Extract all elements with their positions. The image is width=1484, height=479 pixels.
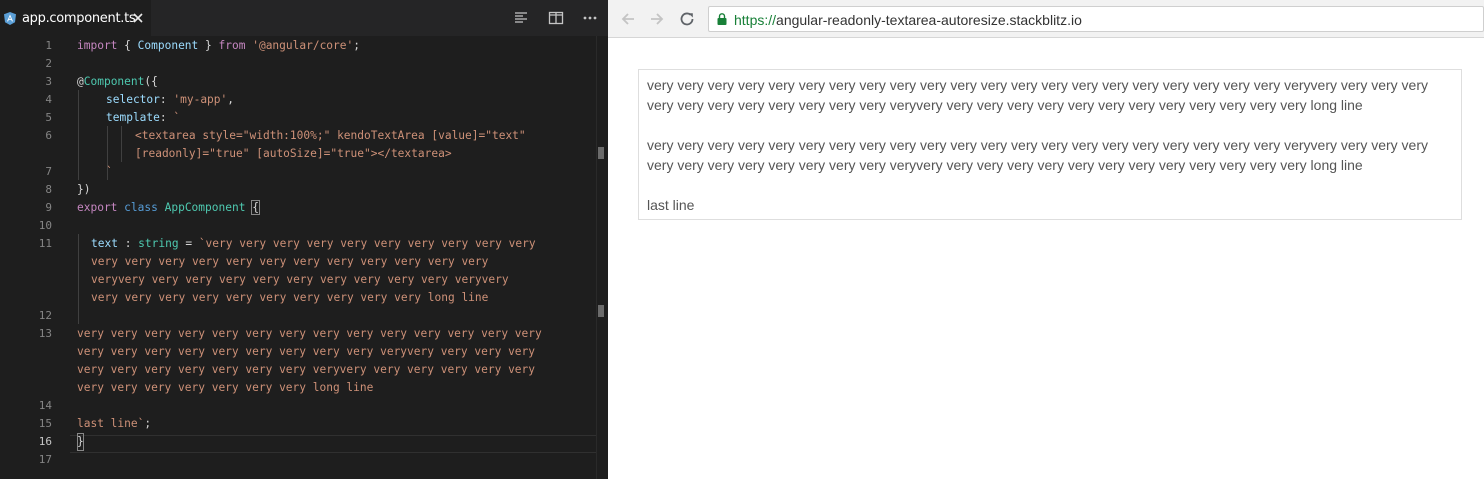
- code-editor: app.component.ts 1 2 3 4 5 6 7 8 9 10 11…: [0, 0, 608, 479]
- line-number: 2: [45, 57, 52, 70]
- code-punct: :: [117, 237, 139, 250]
- align-left-icon[interactable]: [513, 10, 529, 26]
- code-property: text: [91, 237, 118, 250]
- code-line-wrap: very very very very very very very long …: [77, 381, 374, 394]
- code-identifier: Component: [137, 39, 199, 52]
- code-punct: :: [159, 93, 174, 106]
- code-line: @Component({: [77, 73, 158, 91]
- code-punct: }: [198, 39, 212, 52]
- scrollbar-marker: [598, 147, 604, 159]
- indent-guide: [121, 126, 122, 162]
- split-editor-icon[interactable]: [548, 10, 564, 26]
- line-number: 17: [38, 453, 52, 466]
- code-line: <textarea style="width:100%;" kendoTextA…: [135, 129, 526, 142]
- line-number: 4: [45, 93, 52, 106]
- line-number: 6: [45, 129, 52, 142]
- line-number: 15: [38, 417, 52, 430]
- code-string: 'my-app': [173, 93, 228, 106]
- code-property: template: [106, 111, 160, 124]
- code-type: string: [138, 237, 179, 250]
- editor-tab-bar: app.component.ts: [0, 0, 608, 36]
- line-number: 1: [45, 39, 52, 52]
- code-class-name: AppComponent: [164, 201, 246, 214]
- close-icon[interactable]: [132, 12, 144, 24]
- code-string: `: [173, 111, 181, 124]
- code-line: very very very very very very very very …: [77, 327, 542, 340]
- code-keyword: from: [218, 39, 246, 52]
- url-host: angular-readonly-textarea-autoresize.sta…: [776, 12, 1082, 28]
- indent-guide: [78, 90, 79, 180]
- code-line-wrap: very very very very very very very very …: [91, 291, 489, 304]
- code-punct: :: [159, 111, 174, 124]
- line-number: 5: [45, 111, 52, 124]
- code-brace-match: }: [77, 433, 84, 451]
- code-line-wrap: very very very very very very very veryv…: [77, 363, 536, 376]
- back-arrow-icon[interactable]: [619, 10, 637, 28]
- code-keyword: export: [77, 201, 118, 214]
- code-string: `very very very very very very very very…: [198, 237, 536, 250]
- code-line: selector: 'my-app',: [106, 91, 234, 109]
- code-line-wrap: very very very very very very very very …: [77, 345, 536, 358]
- code-punct: {: [124, 39, 138, 52]
- line-number: 9: [45, 201, 52, 214]
- code-line: text : string = `very very very very ver…: [91, 235, 536, 253]
- editor-tab-app-component[interactable]: app.component.ts: [0, 0, 151, 36]
- code-line: }): [77, 183, 91, 196]
- forward-arrow-icon[interactable]: [648, 10, 666, 28]
- code-line: template: `: [106, 109, 180, 127]
- code-punct: ;: [353, 39, 361, 52]
- line-number: 14: [38, 399, 52, 412]
- line-number: 3: [45, 75, 52, 88]
- code-punct: ,: [227, 93, 235, 106]
- line-number: 7: [45, 165, 52, 178]
- line-number: 13: [38, 327, 52, 340]
- code-line: `: [106, 165, 113, 178]
- tab-label: app.component.ts: [22, 11, 136, 26]
- code-punct: @: [77, 75, 84, 88]
- address-bar[interactable]: https://angular-readonly-textarea-autore…: [708, 6, 1484, 32]
- line-number: 8: [45, 183, 52, 196]
- url-text: https://angular-readonly-textarea-autore…: [734, 12, 1082, 28]
- code-decorator: Component: [83, 75, 145, 88]
- code-keyword: import: [77, 39, 118, 52]
- code-line: import { Component } from '@angular/core…: [77, 37, 360, 55]
- more-icon[interactable]: [582, 10, 598, 26]
- code-string: last line`: [77, 417, 145, 430]
- code-punct: ({: [144, 75, 158, 88]
- code-line-wrap: very very very very very very very very …: [91, 255, 489, 268]
- preview-browser: https://angular-readonly-textarea-autore…: [608, 0, 1484, 479]
- line-number-active: 16: [38, 435, 52, 448]
- scrollbar-marker: [598, 305, 604, 317]
- editor-scrollbar[interactable]: [596, 36, 608, 479]
- code-area[interactable]: 1 2 3 4 5 6 7 8 9 10 11 12 13 14 15 16 1…: [0, 36, 608, 479]
- angular-file-icon: [4, 12, 16, 25]
- readonly-textarea[interactable]: very very very very very very very very …: [638, 69, 1462, 220]
- url-scheme: https://: [734, 12, 777, 28]
- indent-guide: [78, 234, 79, 324]
- code-line-wrap: veryvery very very very very very very v…: [91, 273, 509, 286]
- code-keyword: class: [124, 201, 158, 214]
- line-number: 10: [38, 219, 52, 232]
- code-punct: =: [178, 237, 199, 250]
- code-line-wrap: [readonly]="true" [autoSize]="true"></te…: [135, 147, 452, 160]
- line-number: 12: [38, 309, 52, 322]
- current-line-highlight: [70, 435, 608, 453]
- code-property: selector: [106, 93, 160, 106]
- lock-icon: [717, 13, 727, 25]
- code-brace-match: {: [251, 200, 260, 215]
- reload-icon[interactable]: [678, 10, 696, 28]
- code-punct: ;: [144, 417, 152, 430]
- browser-toolbar: https://angular-readonly-textarea-autore…: [608, 0, 1484, 38]
- code-string: '@angular/core': [252, 39, 354, 52]
- code-line: export class AppComponent {: [77, 199, 260, 217]
- code-line: last line`;: [77, 415, 151, 433]
- line-number: 11: [38, 237, 52, 250]
